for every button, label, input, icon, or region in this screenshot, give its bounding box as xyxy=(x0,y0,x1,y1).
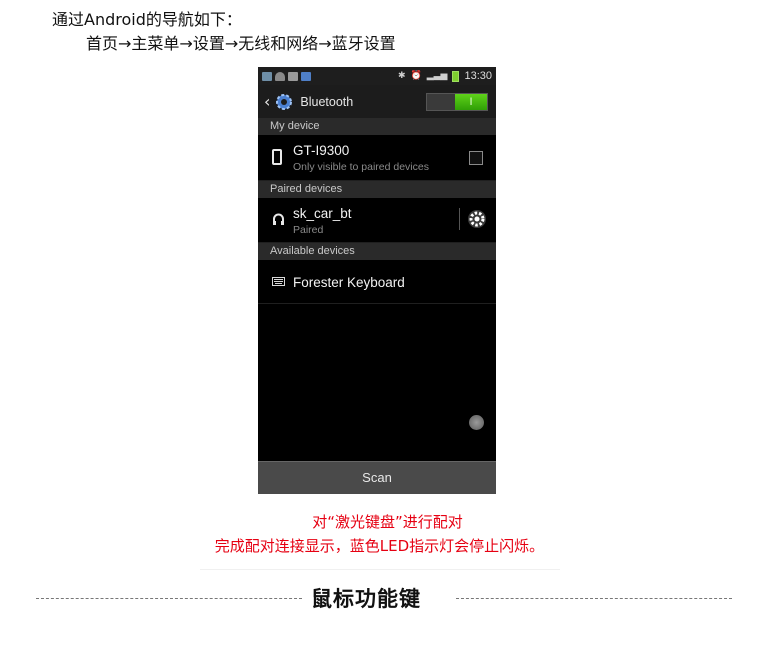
row-divider xyxy=(459,208,460,230)
bluetooth-toggle[interactable]: I xyxy=(426,92,488,111)
section-paired-devices: Paired devices xyxy=(258,181,496,198)
back-icon[interactable]: ‹ xyxy=(264,92,270,111)
gallery-icon xyxy=(262,71,272,81)
caption-pairing-complete: 完成配对连接显示，蓝色LED指示灯会停止闪烁。 xyxy=(214,537,545,555)
list-item-my-device[interactable]: GT-I9300 Only visible to paired devices xyxy=(258,135,496,181)
intro-heading: 通过Android的导航如下： xyxy=(52,10,242,29)
dashed-divider-right xyxy=(456,598,732,599)
headphones-icon xyxy=(273,213,284,225)
robot-icon xyxy=(288,71,298,81)
floating-touch-icon[interactable] xyxy=(469,415,484,430)
status-bar: ✱ ⏰ ▂▃▅ 13:30 xyxy=(258,67,496,85)
bluetooth-icon: ✱ xyxy=(397,71,406,81)
alarm-icon: ⏰ xyxy=(410,71,422,81)
image-icon xyxy=(301,71,311,81)
paired-status: Paired xyxy=(293,224,324,236)
battery-icon xyxy=(452,70,460,82)
paired-device-name: sk_car_bt xyxy=(293,206,352,221)
section-title: 鼠标功能键 xyxy=(311,587,421,611)
toggle-on-label: I xyxy=(455,93,487,110)
available-device-name: Forester Keyboard xyxy=(293,275,405,290)
phone-icon xyxy=(272,149,282,165)
status-time: 13:30 xyxy=(464,70,492,82)
action-bar: ‹ Bluetooth I xyxy=(258,85,496,118)
section-available-devices: Available devices xyxy=(258,243,496,260)
device-settings-gear-icon[interactable] xyxy=(467,209,487,229)
page-title: Bluetooth xyxy=(300,94,354,109)
list-item-available-device[interactable]: Forester Keyboard xyxy=(258,260,496,304)
dashed-divider-left xyxy=(36,598,302,599)
visibility-checkbox[interactable] xyxy=(469,151,483,165)
caption-pairing: 对“激光键盘”进行配对 xyxy=(312,513,463,531)
list-item-paired-device[interactable]: sk_car_bt Paired xyxy=(258,198,496,243)
phone-screenshot: ✱ ⏰ ▂▃▅ 13:30 ‹ Bluetooth I My device GT… xyxy=(258,67,496,494)
settings-gear-icon[interactable] xyxy=(274,92,294,112)
section-my-device: My device xyxy=(258,118,496,135)
keyboard-icon xyxy=(272,277,285,286)
android-icon xyxy=(275,71,285,81)
device-visibility: Only visible to paired devices xyxy=(293,161,429,173)
signal-icon: ▂▃▅ xyxy=(426,71,448,81)
intro-navigation-path: 首页→主菜单→设置→无线和网络→蓝牙设置 xyxy=(86,34,396,53)
faint-divider xyxy=(200,569,560,570)
scan-button[interactable]: Scan xyxy=(258,461,496,494)
device-name: GT-I9300 xyxy=(293,143,350,158)
